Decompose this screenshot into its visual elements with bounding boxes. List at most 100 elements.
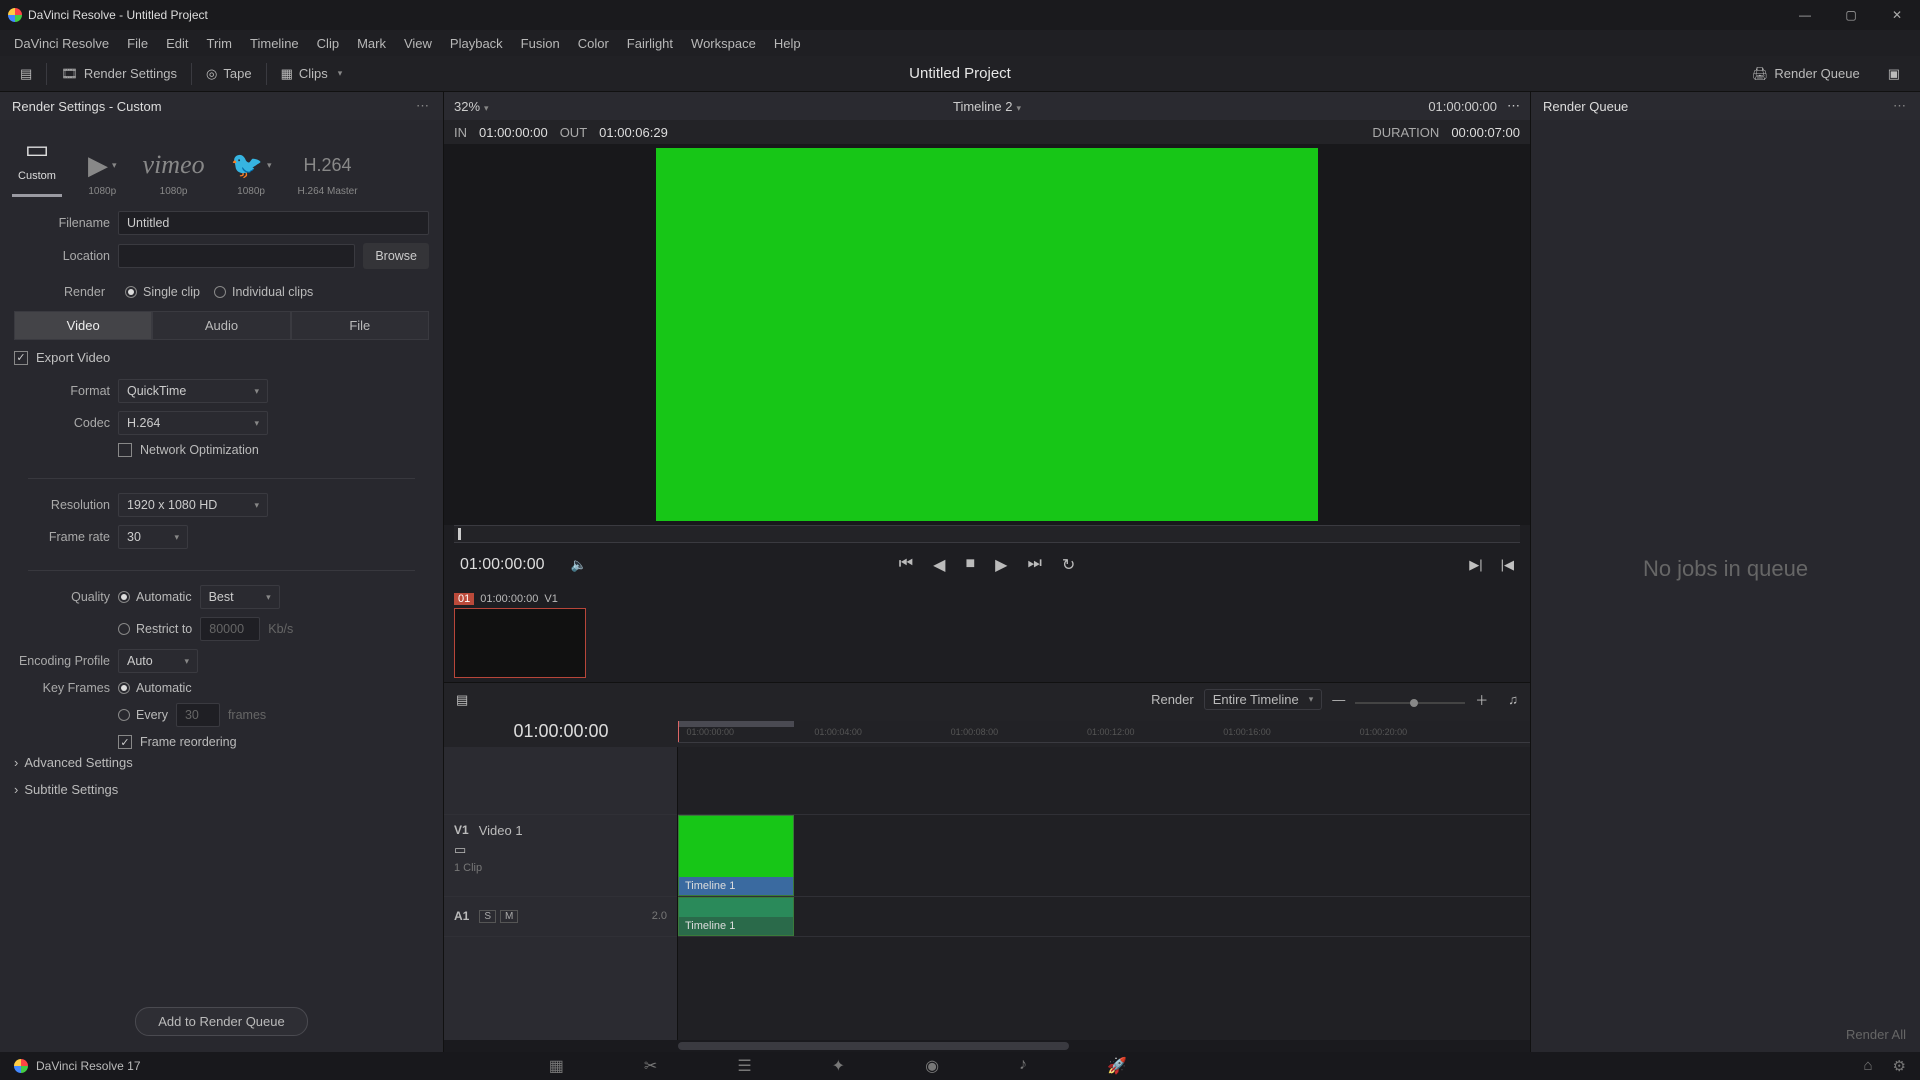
preset-vimeo[interactable]: vimeo 1080p — [143, 150, 205, 197]
timeline-view-icon[interactable]: ▤ — [456, 692, 468, 708]
a1-tag[interactable]: A1 — [454, 909, 469, 923]
single-clip-radio[interactable]: Single clip — [125, 285, 200, 299]
resolution-select[interactable]: 1920 x 1080 HD▾ — [118, 493, 268, 517]
playhead-icon[interactable] — [458, 528, 461, 540]
quick-export-icon[interactable]: ▤ — [10, 62, 42, 86]
tab-video[interactable]: Video — [14, 311, 152, 340]
clips-dropdown[interactable]: ▦ Clips — [271, 62, 353, 86]
window-minimize-button[interactable]: — — [1782, 0, 1828, 30]
location-input[interactable] — [118, 244, 355, 268]
stop-button[interactable]: ■ — [965, 555, 975, 575]
add-to-queue-button[interactable]: Add to Render Queue — [135, 1007, 307, 1036]
menu-help[interactable]: Help — [766, 34, 809, 53]
window-close-button[interactable]: ✕ — [1874, 0, 1920, 30]
browse-button[interactable]: Browse — [363, 243, 429, 269]
v1-tag[interactable]: V1 — [454, 823, 469, 837]
render-all-button[interactable]: Render All — [1846, 1027, 1906, 1042]
page-fairlight-icon[interactable]: ♪ — [1019, 1056, 1027, 1076]
render-queue-menu-icon[interactable]: ⋯ — [1893, 98, 1908, 114]
viewer-options-icon[interactable]: ⋯ — [1507, 98, 1520, 114]
page-deliver-icon[interactable]: 🚀 — [1107, 1056, 1127, 1076]
menu-view[interactable]: View — [396, 34, 440, 53]
render-settings-button[interactable]: 🎞 Render Settings — [51, 62, 187, 86]
next-clip-button[interactable]: ▶| — [1469, 557, 1482, 573]
menu-fusion[interactable]: Fusion — [513, 34, 568, 53]
zoom-slider[interactable] — [1355, 695, 1465, 704]
capture-icon[interactable]: ▣ — [1878, 62, 1910, 86]
menu-clip[interactable]: Clip — [309, 34, 347, 53]
network-opt-checkbox[interactable] — [118, 443, 132, 457]
in-timecode[interactable]: 01:00:00:00 — [479, 125, 548, 140]
audio-meters-icon[interactable]: ♫ — [1508, 692, 1518, 707]
timeline-ruler[interactable]: 01:00:00:00 01:00:04:00 01:00:08:00 01:0… — [678, 721, 1530, 743]
menu-playback[interactable]: Playback — [442, 34, 511, 53]
out-timecode[interactable]: 01:00:06:29 — [599, 125, 668, 140]
mute-icon[interactable]: 🔈 — [571, 557, 587, 573]
menu-fairlight[interactable]: Fairlight — [619, 34, 681, 53]
advanced-settings-expander[interactable]: ›Advanced Settings — [0, 749, 443, 776]
project-settings-icon[interactable]: ⚙ — [1893, 1057, 1906, 1075]
tab-audio[interactable]: Audio — [152, 311, 290, 340]
transport-timecode[interactable]: 01:00:00:00 — [460, 556, 545, 574]
codec-select[interactable]: H.264▾ — [118, 411, 268, 435]
first-frame-button[interactable]: ⏮ — [899, 555, 913, 575]
page-media-icon[interactable]: ▦ — [549, 1056, 564, 1076]
quality-best-select[interactable]: Best▾ — [200, 585, 280, 609]
menu-workspace[interactable]: Workspace — [683, 34, 764, 53]
subtitle-settings-expander[interactable]: ›Subtitle Settings — [0, 776, 443, 803]
render-settings-menu-icon[interactable]: ⋯ — [416, 98, 431, 114]
zoom-dropdown[interactable]: 32% — [454, 99, 489, 114]
format-select[interactable]: QuickTime▾ — [118, 379, 268, 403]
menu-mark[interactable]: Mark — [349, 34, 394, 53]
tab-file[interactable]: File — [291, 311, 429, 340]
preset-custom[interactable]: ▭ Custom — [12, 134, 62, 197]
step-back-button[interactable]: ◀ — [933, 555, 945, 575]
keyframes-every-radio[interactable]: Every — [118, 708, 168, 722]
keyframes-n-input[interactable]: 30 — [176, 703, 220, 727]
viewer-scrub-ruler[interactable] — [454, 525, 1520, 543]
track-enable-icon[interactable]: ▭ — [454, 842, 466, 858]
page-edit-icon[interactable]: ☰ — [737, 1056, 751, 1076]
clip-thumbnail[interactable]: 0101:00:00:00V1 — [454, 593, 586, 678]
encoding-profile-select[interactable]: Auto▾ — [118, 649, 198, 673]
menu-timeline[interactable]: Timeline — [242, 34, 307, 53]
export-video-checkbox[interactable]: ✓ — [14, 351, 28, 365]
individual-clips-radio[interactable]: Individual clips — [214, 285, 313, 299]
timeline-name-dropdown[interactable]: Timeline 2 — [953, 99, 1021, 114]
zoom-out-button[interactable]: — — [1332, 692, 1345, 707]
play-button[interactable]: ▶ — [995, 555, 1007, 575]
a1-solo-button[interactable]: S — [479, 910, 496, 923]
menu-edit[interactable]: Edit — [158, 34, 196, 53]
menu-file[interactable]: File — [119, 34, 156, 53]
menu-trim[interactable]: Trim — [199, 34, 241, 53]
home-icon[interactable]: ⌂ — [1863, 1057, 1872, 1075]
preset-youtube[interactable]: ▶ 1080p — [88, 150, 117, 197]
viewer-canvas[interactable] — [656, 148, 1318, 521]
a1-mute-button[interactable]: M — [500, 910, 518, 923]
timeline-playhead[interactable] — [678, 721, 679, 742]
timeline-scrollbar[interactable] — [444, 1040, 1530, 1052]
quality-auto-radio[interactable]: Automatic — [118, 590, 192, 604]
page-fusion-icon[interactable]: ✦ — [832, 1056, 845, 1076]
preset-twitter[interactable]: 🐦 1080p — [231, 150, 272, 197]
timeline-timecode[interactable]: 01:00:00:00 — [444, 721, 678, 742]
render-queue-button[interactable]: 🖨 Render Queue — [1742, 62, 1870, 86]
page-color-icon[interactable]: ◉ — [925, 1056, 939, 1076]
quality-restrict-radio[interactable]: Restrict to — [118, 622, 192, 636]
zoom-in-button[interactable]: ＋ — [1475, 690, 1488, 709]
last-frame-button[interactable]: ⏭ — [1027, 555, 1041, 575]
viewer-head-timecode[interactable]: 01:00:00:00 — [1428, 99, 1497, 114]
timeline-render-mode-select[interactable]: Entire Timeline — [1204, 689, 1323, 710]
keyframes-auto-radio[interactable]: Automatic — [118, 681, 192, 695]
filename-input[interactable]: Untitled — [118, 211, 429, 235]
window-maximize-button[interactable]: ▢ — [1828, 0, 1874, 30]
frame-reorder-checkbox[interactable]: ✓ — [118, 735, 132, 749]
menu-davinci[interactable]: DaVinci Resolve — [6, 34, 117, 53]
page-cut-icon[interactable]: ✂ — [644, 1056, 657, 1076]
loop-button[interactable]: ↻ — [1062, 555, 1075, 575]
video-clip[interactable]: Timeline 1 — [678, 815, 794, 896]
prev-clip-button[interactable]: |◀ — [1501, 557, 1514, 573]
restrict-value-input[interactable]: 80000 — [200, 617, 260, 641]
tape-button[interactable]: ◎ Tape — [196, 62, 262, 86]
audio-clip[interactable]: Timeline 1 — [678, 897, 794, 936]
